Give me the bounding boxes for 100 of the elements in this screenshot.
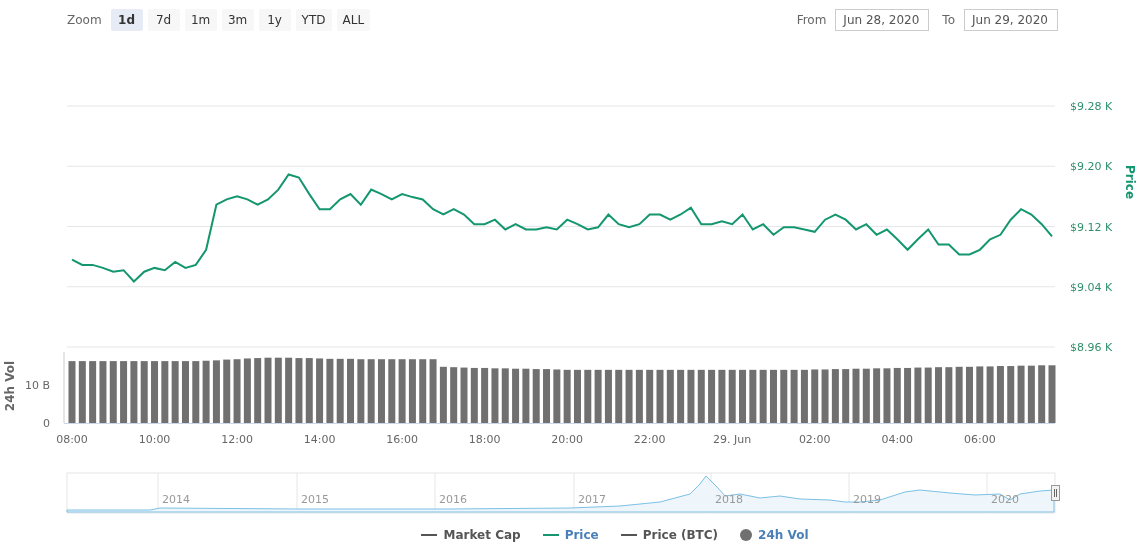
volume-bar <box>212 360 220 423</box>
volume-bar <box>687 369 695 423</box>
volume-bar <box>821 369 829 423</box>
zoom-button[interactable]: 7d <box>147 9 180 31</box>
volume-bar <box>89 361 97 423</box>
zoom-button[interactable]: 1m <box>184 9 217 31</box>
axis-label: 08:00 <box>56 433 88 446</box>
volume-bar <box>584 369 592 423</box>
axis-label: 0 <box>43 417 50 430</box>
legend-item[interactable]: Price <box>542 528 599 542</box>
date-field[interactable]: Jun 29, 2020 <box>964 9 1058 31</box>
zoom-button[interactable]: 1y <box>258 9 291 31</box>
axis-label: 29. Jun <box>713 433 752 446</box>
volume-bar <box>625 369 633 423</box>
volume-bar <box>151 361 159 423</box>
volume-bar <box>831 369 839 423</box>
volume-bar <box>470 367 478 423</box>
axis-label: 20:00 <box>551 433 583 446</box>
volume-bar <box>842 369 850 423</box>
volume-bar <box>780 369 788 423</box>
volume-bar <box>904 367 912 423</box>
volume-bar <box>439 366 447 423</box>
zoom-button[interactable]: 1d <box>110 9 143 31</box>
volume-bar <box>233 359 241 423</box>
from-label: From <box>796 13 827 27</box>
volume-bar <box>986 366 994 423</box>
legend-item[interactable]: 24h Vol <box>740 528 809 542</box>
axis-label: 06:00 <box>963 433 996 446</box>
volume-bar <box>1038 365 1046 423</box>
date-field[interactable]: Jun 28, 2020 <box>835 9 930 31</box>
volume-bar <box>635 369 643 423</box>
volume-bar <box>460 367 468 423</box>
volume-bar <box>264 357 272 423</box>
volume-bar <box>769 369 777 423</box>
volume-bar <box>367 359 375 423</box>
volume-bar <box>759 369 767 423</box>
legend-label: 24h Vol <box>758 528 809 542</box>
volume-bar <box>615 369 623 423</box>
volume-bar <box>408 359 416 423</box>
volume-bar <box>140 361 148 423</box>
legend-label: Price (BTC) <box>642 528 719 542</box>
volume-bar <box>377 359 385 423</box>
volume-bar <box>429 359 437 423</box>
volume-bar <box>718 369 726 423</box>
volume-bar <box>976 366 984 423</box>
year-label: 2020 <box>991 493 1019 506</box>
volume-bar <box>893 367 901 423</box>
axis-label: 14:00 <box>303 433 336 446</box>
legend-label: Market Cap <box>443 528 521 542</box>
volume-bar <box>481 367 489 423</box>
legend-label: Price <box>564 528 599 542</box>
volume-bar <box>285 357 293 423</box>
volume-bar <box>161 361 169 423</box>
volume-bar <box>852 368 860 423</box>
volume-bar <box>666 369 674 423</box>
zoom-button[interactable]: YTD <box>295 9 332 31</box>
volume-bar <box>1048 365 1056 423</box>
volume-bar <box>708 369 716 423</box>
volume-bar <box>99 361 107 423</box>
year-label: 2016 <box>439 493 467 506</box>
volume-bar <box>522 368 530 423</box>
volume-bar <box>883 368 891 423</box>
volume-bar <box>656 369 664 423</box>
volume-bar <box>501 368 509 423</box>
volume-bar <box>316 358 324 423</box>
axis-label: 12:00 <box>221 433 253 446</box>
scroll-handle[interactable] <box>1051 485 1060 501</box>
legend-item[interactable]: Price (BTC) <box>620 528 719 542</box>
axis-label: 04:00 <box>881 433 914 446</box>
zoom-button[interactable]: 3m <box>221 9 254 31</box>
legend-item[interactable]: Market Cap <box>421 528 521 542</box>
volume-bar <box>419 359 427 423</box>
volume-bar <box>811 369 819 423</box>
volume-bar <box>347 358 355 423</box>
volume-bar <box>955 366 963 423</box>
year-label: 2017 <box>578 493 606 506</box>
volume-bar <box>604 369 612 423</box>
volume-bar <box>573 369 581 423</box>
axis-label: 10:00 <box>138 433 171 446</box>
year-label: 2018 <box>715 493 743 506</box>
volume-bar <box>512 368 520 423</box>
axis-label: $9.28 K <box>1070 100 1113 113</box>
volume-bar <box>254 358 262 423</box>
volume-bar <box>996 366 1004 423</box>
year-label: 2014 <box>162 493 190 506</box>
axis-label: 02:00 <box>798 433 831 446</box>
axis-label: $9.20 K <box>1070 160 1113 174</box>
volume-bar <box>873 368 881 423</box>
volume-bar <box>357 359 365 423</box>
volume-bar <box>563 369 571 423</box>
zoom-button[interactable]: ALL <box>336 9 371 31</box>
volume-bar <box>965 366 973 423</box>
volume-bar <box>697 369 705 423</box>
axis-label: $9.12 K <box>1070 220 1113 234</box>
volume-bar <box>109 361 117 423</box>
volume-bar <box>914 367 922 423</box>
volume-bar <box>223 359 231 423</box>
volume-bar <box>243 358 251 423</box>
volume-bar <box>553 369 561 423</box>
volume-bar <box>398 359 406 423</box>
